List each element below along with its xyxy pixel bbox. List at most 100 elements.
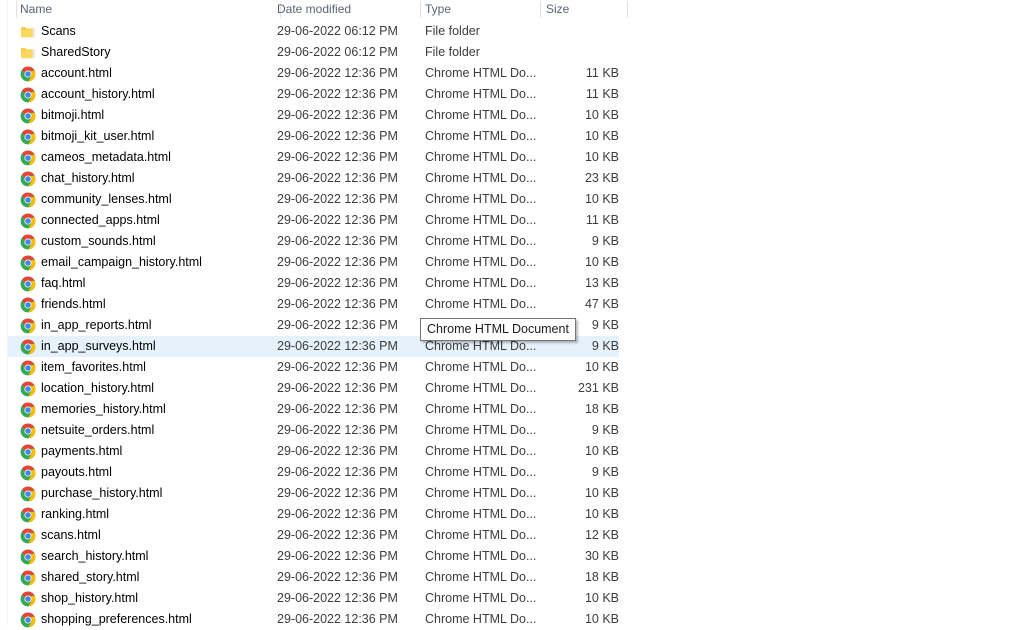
table-row[interactable]: payments.html 29-06-2022 12:36 PM Chrome H… — [8, 441, 619, 462]
chrome-icon — [20, 486, 36, 502]
chrome-icon — [20, 87, 36, 103]
table-row[interactable]: memories_history.html 29-06-2022 12:36 PM… — [8, 399, 619, 420]
table-row[interactable]: friends.html 29-06-2022 12:36 PM Chrome HT… — [8, 294, 619, 315]
cell-type: Chrome HTML Do... — [425, 255, 537, 269]
chrome-icon — [20, 66, 36, 82]
cell-type: File folder — [425, 45, 480, 59]
chrome-icon — [20, 465, 36, 481]
cell-type: Chrome HTML Do... — [425, 360, 537, 374]
cell-type: Chrome HTML Do... — [425, 66, 537, 80]
cell-size: 18 KB — [584, 402, 619, 416]
file-explorer-list-view: Name Date modified Type Size Scans 29-06-… — [0, 0, 1011, 628]
cell-file-name: chat_history.html — [41, 171, 135, 185]
cell-file-name: email_campaign_history.html — [41, 255, 202, 269]
cell-size: 10 KB — [584, 360, 619, 374]
cell-size: 10 KB — [584, 129, 619, 143]
table-row[interactable]: faq.html 29-06-2022 12:36 PM Chrome HTML D… — [8, 273, 619, 294]
table-row[interactable]: SharedStory 29-06-2022 06:12 PM File folde… — [8, 42, 619, 63]
table-row[interactable]: purchase_history.html 29-06-2022 12:36 PM… — [8, 483, 619, 504]
cell-size: 9 KB — [591, 465, 619, 479]
cell-type: Chrome HTML Do... — [425, 108, 537, 122]
chrome-icon — [20, 108, 36, 124]
cell-date-modified: 29-06-2022 06:12 PM — [277, 24, 398, 38]
chrome-icon — [20, 234, 36, 250]
cell-date-modified: 29-06-2022 12:36 PM — [277, 87, 398, 101]
table-row[interactable]: item_favorites.html 29-06-2022 12:36 PM Ch… — [8, 357, 619, 378]
column-separator-type-size[interactable] — [540, 1, 541, 18]
table-row[interactable]: connected_apps.html 29-06-2022 12:36 PM Ch… — [8, 210, 619, 231]
cell-file-name: faq.html — [41, 276, 86, 290]
chrome-icon — [20, 213, 36, 229]
cell-size: 10 KB — [584, 108, 619, 122]
chrome-icon — [20, 318, 36, 334]
cell-type: Chrome HTML Do... — [425, 276, 537, 290]
cell-file-name: netsuite_orders.html — [41, 423, 155, 437]
table-row[interactable]: community_lenses.html 29-06-2022 12:36 PM… — [8, 189, 619, 210]
chrome-icon — [20, 129, 36, 145]
cell-type: Chrome HTML Do... — [425, 528, 537, 542]
cell-file-name: in_app_reports.html — [41, 318, 152, 332]
cell-date-modified: 29-06-2022 12:36 PM — [277, 444, 398, 458]
cell-file-name: shop_history.html — [41, 591, 139, 605]
table-row[interactable]: payouts.html 29-06-2022 12:36 PM Chrome HT… — [8, 462, 619, 483]
cell-size: 10 KB — [584, 192, 619, 206]
cell-date-modified: 29-06-2022 12:36 PM — [277, 318, 398, 332]
table-row[interactable]: Scans 29-06-2022 06:12 PM File folder — [8, 21, 619, 42]
chrome-icon — [20, 402, 36, 418]
cell-file-name: friends.html — [41, 297, 106, 311]
cell-type: Chrome HTML Do... — [425, 549, 537, 563]
cell-date-modified: 29-06-2022 12:36 PM — [277, 150, 398, 164]
cell-size — [535, 21, 619, 42]
chrome-icon — [20, 507, 36, 523]
cell-size: 47 KB — [584, 297, 619, 311]
table-row[interactable]: shopping_preferences.html 29-06-2022 12:3… — [8, 609, 619, 630]
cell-file-name: account.html — [41, 66, 112, 80]
column-header-size[interactable]: Size — [546, 0, 616, 20]
cell-size: 23 KB — [584, 171, 619, 185]
chrome-icon — [20, 612, 36, 628]
cell-type: Chrome HTML Do... — [425, 591, 537, 605]
cell-file-name: SharedStory — [41, 45, 111, 59]
table-row[interactable]: email_campaign_history.html 29-06-2022 12… — [8, 252, 619, 273]
table-row[interactable]: account_history.html 29-06-2022 12:36 PM C… — [8, 84, 619, 105]
cell-file-name: bitmoji_kit_user.html — [41, 129, 155, 143]
column-separator-start[interactable] — [16, 1, 17, 18]
table-row[interactable]: custom_sounds.html 29-06-2022 12:36 PM Chr… — [8, 231, 619, 252]
cell-type: Chrome HTML Do... — [425, 234, 537, 248]
column-header-type[interactable]: Type — [425, 0, 535, 20]
cell-file-name: memories_history.html — [41, 402, 166, 416]
table-row[interactable]: netsuite_orders.html 29-06-2022 12:36 PM C… — [8, 420, 619, 441]
cell-type: Chrome HTML Do... — [425, 423, 537, 437]
chrome-icon — [20, 444, 36, 460]
cell-file-name: shared_story.html — [41, 570, 140, 584]
cell-date-modified: 29-06-2022 12:36 PM — [277, 129, 398, 143]
table-row[interactable]: account.html 29-06-2022 12:36 PM Chrome HT… — [8, 63, 619, 84]
chrome-icon — [20, 276, 36, 292]
table-row[interactable]: ranking.html 29-06-2022 12:36 PM Chrome HT… — [8, 504, 619, 525]
cell-size: 9 KB — [591, 234, 619, 248]
table-row[interactable]: cameos_metadata.html 29-06-2022 12:36 PM C… — [8, 147, 619, 168]
table-row[interactable]: shared_story.html 29-06-2022 12:36 PM Chro… — [8, 567, 619, 588]
cell-file-name: payments.html — [41, 444, 123, 458]
column-header-date-modified[interactable]: Date modified — [277, 0, 412, 20]
cell-file-name: account_history.html — [41, 87, 155, 101]
table-row[interactable]: chat_history.html 29-06-2022 12:36 PM Chro… — [8, 168, 619, 189]
cell-size: 10 KB — [584, 612, 619, 626]
cell-date-modified: 29-06-2022 12:36 PM — [277, 66, 398, 80]
table-row[interactable]: shop_history.html 29-06-2022 12:36 PM Chro… — [8, 588, 619, 609]
cell-size: 10 KB — [584, 444, 619, 458]
cell-date-modified: 29-06-2022 12:36 PM — [277, 612, 398, 626]
chrome-icon — [20, 192, 36, 208]
column-separator-date-type[interactable] — [420, 1, 421, 18]
cell-size: 10 KB — [584, 591, 619, 605]
table-row[interactable]: search_history.html 29-06-2022 12:36 PM Ch… — [8, 546, 619, 567]
table-row[interactable]: location_history.html 29-06-2022 12:36 PM… — [8, 378, 619, 399]
cell-type: Chrome HTML Do... — [425, 213, 537, 227]
table-row[interactable]: bitmoji.html 29-06-2022 12:36 PM Chrome HT… — [8, 105, 619, 126]
cell-date-modified: 29-06-2022 12:36 PM — [277, 528, 398, 542]
table-row[interactable]: scans.html 29-06-2022 12:36 PM Chrome HTML… — [8, 525, 619, 546]
table-row[interactable]: bitmoji_kit_user.html 29-06-2022 12:36 PM… — [8, 126, 619, 147]
cell-type: Chrome HTML Do... — [425, 297, 537, 311]
column-header-name[interactable]: Name — [20, 0, 270, 20]
column-separator-end[interactable] — [627, 1, 628, 18]
